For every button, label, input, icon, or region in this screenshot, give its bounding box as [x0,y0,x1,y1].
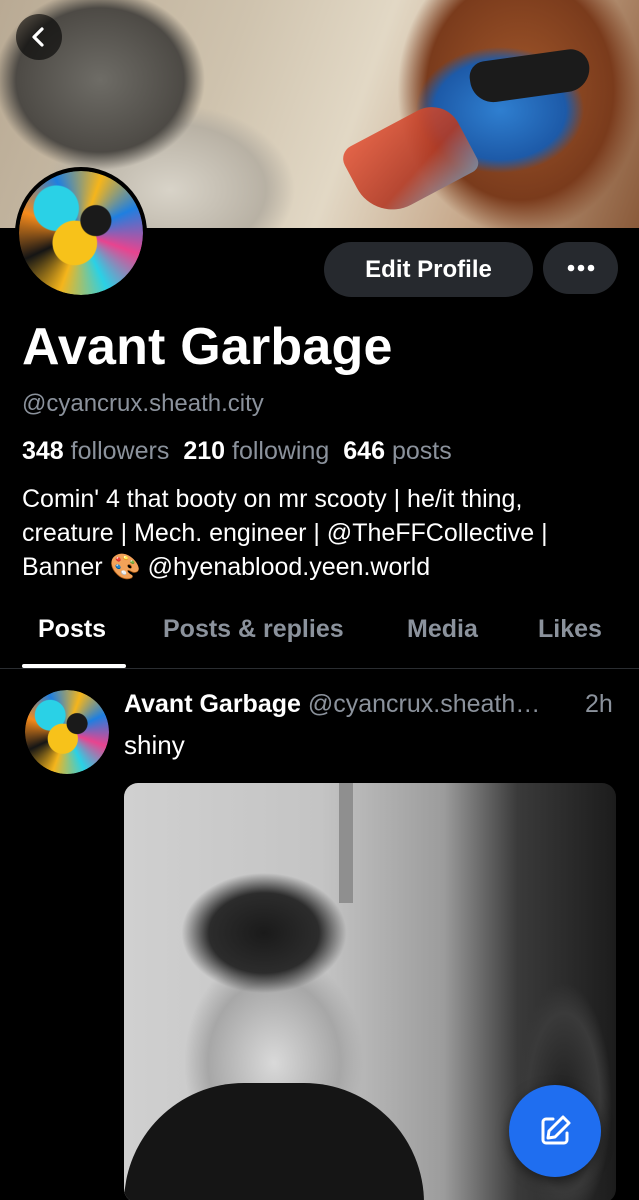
compose-post-button[interactable] [509,1085,601,1177]
ellipsis-icon [567,264,594,272]
post-timestamp: 2h [585,690,613,718]
profile-display-name: Avant Garbage [22,318,393,376]
profile-bio: Comin' 4 that booty on mr scooty | he/it… [22,482,622,584]
posts-label: posts [391,437,452,465]
post-text: shiny [124,730,185,760]
posts-stat: 646 posts [343,437,451,465]
profile-tabs: Posts Posts & replies Media Likes [0,605,639,669]
following-count: 210 [183,437,226,465]
bio-line: Comin' 4 that booty on mr scooty | he/it… [22,485,523,513]
following-link[interactable]: 210 following [183,437,329,465]
bio-line: creature | Mech. engineer | @TheFFCollec… [22,519,548,547]
avatar-image [19,171,143,295]
banner-art-sunglasses [467,46,593,106]
chevron-left-icon [32,27,44,47]
tab-posts[interactable]: Posts [38,615,106,644]
banner-art-blaster [338,96,482,224]
profile-stats: 348 followers 210 following 646 posts [22,437,452,466]
bio-line: Banner 🎨 @hyenablood.yeen.world [22,553,431,581]
followers-link[interactable]: 348 followers [22,437,169,465]
followers-count: 348 [22,437,64,465]
post-author-avatar[interactable] [25,690,109,774]
tab-media[interactable]: Media [407,615,478,644]
following-label: following [232,437,330,465]
photo-doorframe [339,783,353,903]
posts-count: 646 [343,437,385,465]
post-author-name[interactable]: Avant Garbage [124,690,301,718]
post-header: Avant Garbage @cyancrux.sheath… [124,690,624,719]
edit-profile-button[interactable]: Edit Profile [324,242,533,297]
tab-posts-and-replies[interactable]: Posts & replies [163,615,344,644]
avatar-image [25,690,109,774]
tab-likes[interactable]: Likes [538,615,602,644]
photo-subject-jacket [124,1083,424,1200]
back-button[interactable] [16,14,62,60]
profile-handle: @cyancrux.sheath.city [22,390,264,417]
followers-label: followers [70,437,170,465]
compose-icon [541,1115,571,1145]
active-tab-indicator [22,664,126,668]
post-author-handle[interactable]: @cyancrux.sheath… [308,690,540,718]
profile-avatar[interactable] [15,167,147,299]
more-options-button[interactable] [543,242,618,294]
